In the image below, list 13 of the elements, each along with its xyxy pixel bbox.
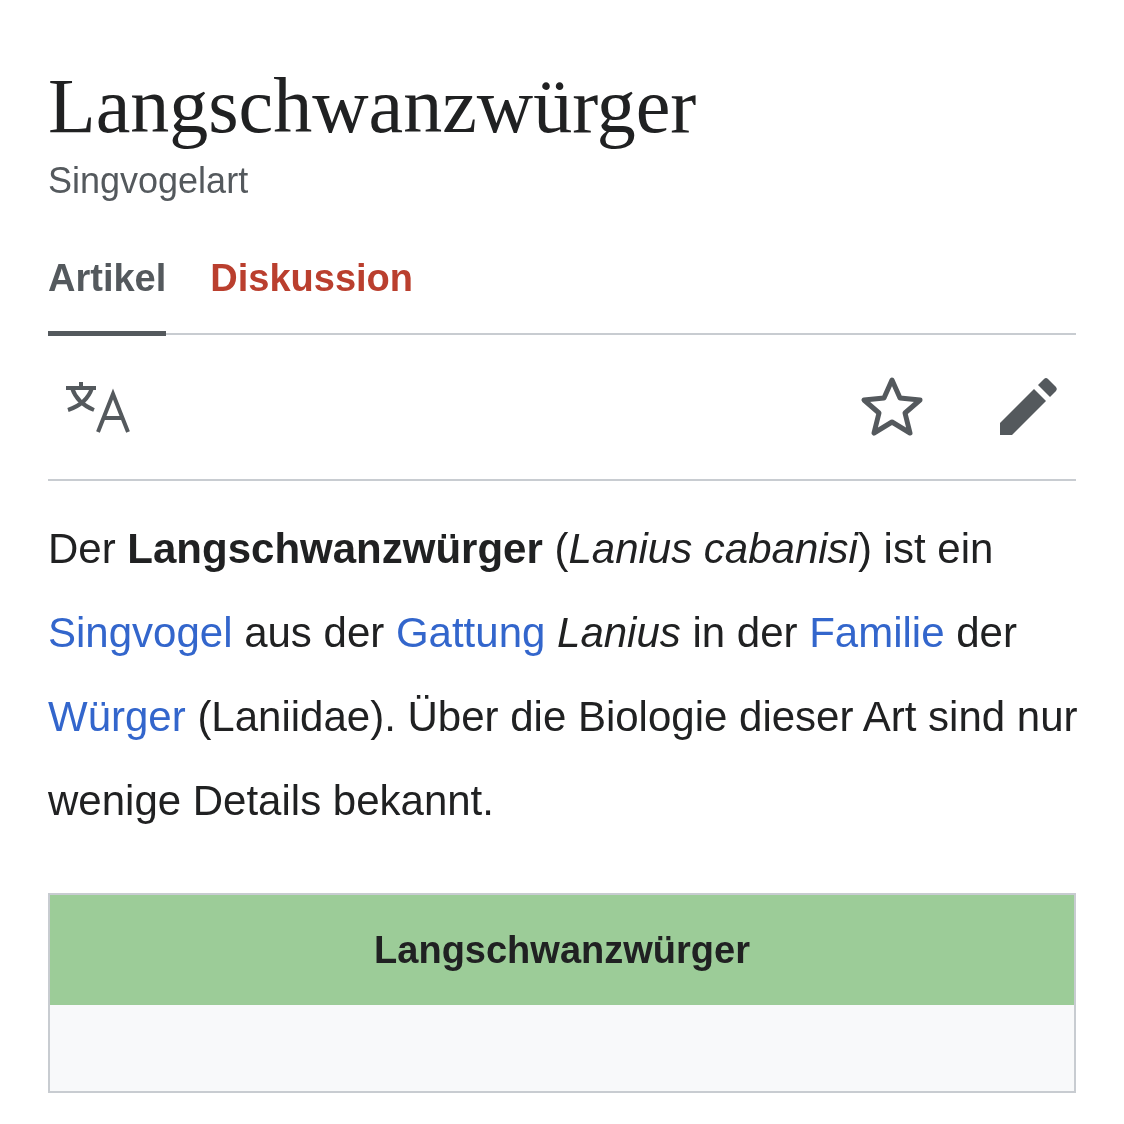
- article-link[interactable]: Singvogel: [48, 609, 233, 656]
- pencil-icon[interactable]: [998, 377, 1058, 437]
- page-description: Singvogelart: [48, 159, 250, 203]
- article-link[interactable]: Würger: [48, 693, 186, 740]
- tab[interactable]: Diskussion: [210, 250, 413, 336]
- infobox-title: Langschwanzwürger: [50, 895, 1074, 1005]
- article-link[interactable]: Gattung: [395, 609, 546, 656]
- translate-icon[interactable]: [64, 380, 130, 434]
- article-link[interactable]: Familie: [809, 609, 945, 656]
- intro-paragraph: Der Langschwanzwürger (Lanius cabanisi) ist ein Singvogel aus der Gattung Lanius in der Familie der Würger (Laniidae). Über die Biologie dieser Art sind nur wenige Details bekannt.: [48, 524, 1079, 826]
- page-title: Langschwanzwürger: [48, 61, 698, 151]
- star-icon[interactable]: [860, 376, 924, 438]
- tab[interactable]: Artikel: [48, 250, 167, 336]
